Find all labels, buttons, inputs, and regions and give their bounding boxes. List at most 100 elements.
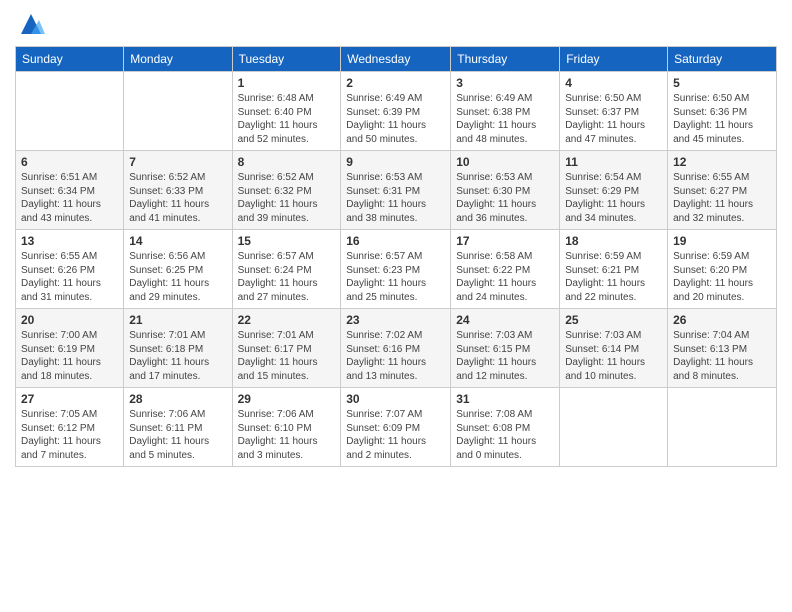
calendar-day-header: Thursday	[451, 47, 560, 72]
day-number: 5	[673, 76, 771, 90]
day-info: Sunrise: 6:48 AM Sunset: 6:40 PM Dayligh…	[238, 92, 336, 146]
day-number: 25	[565, 313, 662, 327]
day-info: Sunrise: 7:07 AM Sunset: 6:09 PM Dayligh…	[346, 408, 445, 462]
day-number: 3	[456, 76, 554, 90]
day-number: 16	[346, 234, 445, 248]
calendar-week-row: 6Sunrise: 6:51 AM Sunset: 6:34 PM Daylig…	[16, 151, 777, 230]
calendar-cell: 5 Sunrise: 6:50 AM Sunset: 6:36 PM Daylig…	[668, 72, 777, 151]
calendar-cell: 12 Sunrise: 6:55 AM Sunset: 6:27 PM Dayli…	[668, 151, 777, 230]
day-number: 1	[238, 76, 336, 90]
day-info: Sunrise: 6:53 AM Sunset: 6:30 PM Dayligh…	[456, 171, 554, 225]
calendar-cell: 31 Sunrise: 7:08 AM Sunset: 6:08 PM Dayli…	[451, 388, 560, 467]
calendar-day-header: Sunday	[16, 47, 124, 72]
calendar-cell: 28 Sunrise: 7:06 AM Sunset: 6:11 PM Dayli…	[124, 388, 232, 467]
calendar-cell: 26 Sunrise: 7:04 AM Sunset: 6:13 PM Dayli…	[668, 309, 777, 388]
day-number: 24	[456, 313, 554, 327]
day-number: 6	[21, 155, 118, 169]
calendar-week-row: 20 Sunrise: 7:00 AM Sunset: 6:19 PM Dayli…	[16, 309, 777, 388]
calendar-week-row: 1 Sunrise: 6:48 AM Sunset: 6:40 PM Daylig…	[16, 72, 777, 151]
calendar-cell: 2 Sunrise: 6:49 AM Sunset: 6:39 PM Daylig…	[341, 72, 451, 151]
day-number: 20	[21, 313, 118, 327]
day-number: 14	[129, 234, 226, 248]
day-number: 11	[565, 155, 662, 169]
calendar-cell: 30 Sunrise: 7:07 AM Sunset: 6:09 PM Dayli…	[341, 388, 451, 467]
day-info: Sunrise: 6:59 AM Sunset: 6:21 PM Dayligh…	[565, 250, 662, 304]
calendar-cell: 29Sunrise: 7:06 AM Sunset: 6:10 PM Dayli…	[232, 388, 341, 467]
calendar-cell: 25 Sunrise: 7:03 AM Sunset: 6:14 PM Dayli…	[560, 309, 668, 388]
calendar-cell: 20 Sunrise: 7:00 AM Sunset: 6:19 PM Dayli…	[16, 309, 124, 388]
day-number: 29	[238, 392, 336, 406]
calendar-cell: 3 Sunrise: 6:49 AM Sunset: 6:38 PM Daylig…	[451, 72, 560, 151]
calendar-cell: 19 Sunrise: 6:59 AM Sunset: 6:20 PM Dayli…	[668, 230, 777, 309]
day-info: Sunrise: 6:58 AM Sunset: 6:22 PM Dayligh…	[456, 250, 554, 304]
day-number: 22	[238, 313, 336, 327]
day-number: 26	[673, 313, 771, 327]
day-info: Sunrise: 7:04 AM Sunset: 6:13 PM Dayligh…	[673, 329, 771, 383]
calendar-day-header: Tuesday	[232, 47, 341, 72]
logo	[15, 10, 45, 38]
day-number: 2	[346, 76, 445, 90]
day-info: Sunrise: 7:02 AM Sunset: 6:16 PM Dayligh…	[346, 329, 445, 383]
calendar-cell: 24 Sunrise: 7:03 AM Sunset: 6:15 PM Dayli…	[451, 309, 560, 388]
calendar-day-header: Friday	[560, 47, 668, 72]
day-info: Sunrise: 7:00 AM Sunset: 6:19 PM Dayligh…	[21, 329, 118, 383]
day-info: Sunrise: 6:50 AM Sunset: 6:36 PM Dayligh…	[673, 92, 771, 146]
day-number: 27	[21, 392, 118, 406]
day-number: 21	[129, 313, 226, 327]
day-info: Sunrise: 6:57 AM Sunset: 6:24 PM Dayligh…	[238, 250, 336, 304]
day-info: Sunrise: 7:03 AM Sunset: 6:14 PM Dayligh…	[565, 329, 662, 383]
day-number: 12	[673, 155, 771, 169]
day-number: 15	[238, 234, 336, 248]
day-number: 30	[346, 392, 445, 406]
day-info: Sunrise: 6:49 AM Sunset: 6:38 PM Dayligh…	[456, 92, 554, 146]
day-number: 4	[565, 76, 662, 90]
calendar-cell: 1 Sunrise: 6:48 AM Sunset: 6:40 PM Daylig…	[232, 72, 341, 151]
day-number: 8	[238, 155, 336, 169]
calendar-cell: 4 Sunrise: 6:50 AM Sunset: 6:37 PM Daylig…	[560, 72, 668, 151]
day-number: 7	[129, 155, 226, 169]
calendar-cell: 11Sunrise: 6:54 AM Sunset: 6:29 PM Dayli…	[560, 151, 668, 230]
day-number: 18	[565, 234, 662, 248]
calendar: SundayMondayTuesdayWednesdayThursdayFrid…	[15, 46, 777, 467]
day-info: Sunrise: 6:57 AM Sunset: 6:23 PM Dayligh…	[346, 250, 445, 304]
calendar-cell: 14Sunrise: 6:56 AM Sunset: 6:25 PM Dayli…	[124, 230, 232, 309]
day-info: Sunrise: 6:55 AM Sunset: 6:27 PM Dayligh…	[673, 171, 771, 225]
calendar-day-header: Saturday	[668, 47, 777, 72]
calendar-cell: 22Sunrise: 7:01 AM Sunset: 6:17 PM Dayli…	[232, 309, 341, 388]
calendar-cell: 18 Sunrise: 6:59 AM Sunset: 6:21 PM Dayli…	[560, 230, 668, 309]
day-info: Sunrise: 6:59 AM Sunset: 6:20 PM Dayligh…	[673, 250, 771, 304]
day-info: Sunrise: 6:52 AM Sunset: 6:33 PM Dayligh…	[129, 171, 226, 225]
calendar-week-row: 27 Sunrise: 7:05 AM Sunset: 6:12 PM Dayli…	[16, 388, 777, 467]
calendar-week-row: 13Sunrise: 6:55 AM Sunset: 6:26 PM Dayli…	[16, 230, 777, 309]
calendar-cell: 16 Sunrise: 6:57 AM Sunset: 6:23 PM Dayli…	[341, 230, 451, 309]
header	[15, 10, 777, 38]
calendar-day-header: Monday	[124, 47, 232, 72]
day-number: 28	[129, 392, 226, 406]
day-number: 17	[456, 234, 554, 248]
day-info: Sunrise: 7:01 AM Sunset: 6:18 PM Dayligh…	[129, 329, 226, 383]
calendar-cell: 8 Sunrise: 6:52 AM Sunset: 6:32 PM Daylig…	[232, 151, 341, 230]
calendar-day-header: Wednesday	[341, 47, 451, 72]
calendar-cell: 9Sunrise: 6:53 AM Sunset: 6:31 PM Daylig…	[341, 151, 451, 230]
day-info: Sunrise: 6:49 AM Sunset: 6:39 PM Dayligh…	[346, 92, 445, 146]
calendar-cell	[668, 388, 777, 467]
logo-icon	[17, 10, 45, 38]
day-info: Sunrise: 7:08 AM Sunset: 6:08 PM Dayligh…	[456, 408, 554, 462]
calendar-cell	[16, 72, 124, 151]
calendar-cell: 27 Sunrise: 7:05 AM Sunset: 6:12 PM Dayli…	[16, 388, 124, 467]
calendar-cell: 7 Sunrise: 6:52 AM Sunset: 6:33 PM Daylig…	[124, 151, 232, 230]
day-info: Sunrise: 7:03 AM Sunset: 6:15 PM Dayligh…	[456, 329, 554, 383]
day-info: Sunrise: 6:50 AM Sunset: 6:37 PM Dayligh…	[565, 92, 662, 146]
day-number: 31	[456, 392, 554, 406]
day-number: 19	[673, 234, 771, 248]
day-info: Sunrise: 6:52 AM Sunset: 6:32 PM Dayligh…	[238, 171, 336, 225]
day-number: 23	[346, 313, 445, 327]
day-info: Sunrise: 7:06 AM Sunset: 6:11 PM Dayligh…	[129, 408, 226, 462]
calendar-cell: 6Sunrise: 6:51 AM Sunset: 6:34 PM Daylig…	[16, 151, 124, 230]
day-info: Sunrise: 6:53 AM Sunset: 6:31 PM Dayligh…	[346, 171, 445, 225]
calendar-cell: 23 Sunrise: 7:02 AM Sunset: 6:16 PM Dayli…	[341, 309, 451, 388]
day-number: 10	[456, 155, 554, 169]
calendar-header-row: SundayMondayTuesdayWednesdayThursdayFrid…	[16, 47, 777, 72]
day-info: Sunrise: 6:55 AM Sunset: 6:26 PM Dayligh…	[21, 250, 118, 304]
day-info: Sunrise: 7:05 AM Sunset: 6:12 PM Dayligh…	[21, 408, 118, 462]
